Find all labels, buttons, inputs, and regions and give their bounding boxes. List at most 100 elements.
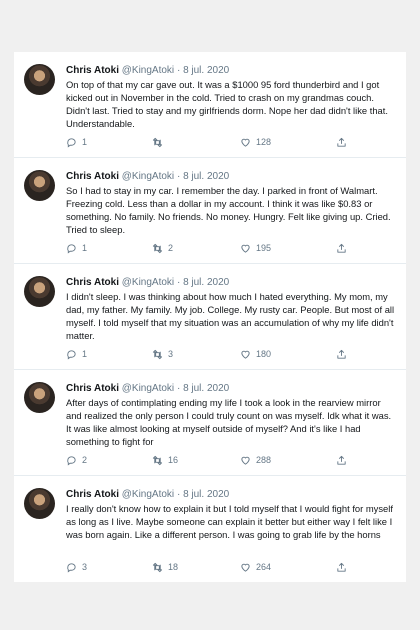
reply-count: 2 xyxy=(82,455,88,465)
like-button[interactable]: 288 xyxy=(240,453,271,467)
tweet[interactable]: Chris Atoki @KingAtoki · 8 jul. 2020 So … xyxy=(14,158,406,264)
tweet-header: Chris Atoki @KingAtoki · 8 jul. 2020 xyxy=(66,488,396,501)
tweet-actions: 3 18 264 xyxy=(66,560,366,574)
author-name[interactable]: Chris Atoki xyxy=(66,383,119,394)
retweet-count: 16 xyxy=(168,455,179,465)
tweet-date[interactable]: 8 jul. 2020 xyxy=(183,489,229,500)
tweet-text: I really don't know how to explain it bu… xyxy=(66,503,393,540)
retweet-icon xyxy=(152,137,163,147)
tweet-header: Chris Atoki @KingAtoki · 8 jul. 2020 xyxy=(66,382,396,395)
retweet-icon xyxy=(152,243,163,253)
tweet-date[interactable]: 8 jul. 2020 xyxy=(183,171,229,182)
tweet-content: Chris Atoki @KingAtoki · 8 jul. 2020 I r… xyxy=(66,488,396,541)
avatar[interactable] xyxy=(24,64,55,95)
reply-button[interactable]: 2 xyxy=(66,453,87,467)
tweet-actions: 1 3 180 xyxy=(66,347,366,361)
reply-button[interactable]: 1 xyxy=(66,241,87,255)
separator: · xyxy=(176,65,181,76)
retweet-button[interactable]: 2 xyxy=(152,241,173,255)
heart-icon xyxy=(241,563,250,572)
reply-button[interactable]: 1 xyxy=(66,135,87,149)
reply-icon xyxy=(67,562,76,573)
tweet-content: Chris Atoki @KingAtoki · 8 jul. 2020 Aft… xyxy=(66,382,396,448)
heart-icon xyxy=(241,244,250,253)
retweet-button[interactable]: 18 xyxy=(152,560,178,574)
share-icon xyxy=(337,137,346,147)
tweet-header: Chris Atoki @KingAtoki · 8 jul. 2020 xyxy=(66,170,396,183)
reply-count: 3 xyxy=(82,562,88,572)
author-name[interactable]: Chris Atoki xyxy=(66,489,119,500)
retweet-icon xyxy=(152,562,163,572)
share-button[interactable] xyxy=(336,453,347,467)
tweet-content: Chris Atoki @KingAtoki · 8 jul. 2020 So … xyxy=(66,170,396,236)
reply-icon xyxy=(67,137,76,148)
tweet-date[interactable]: 8 jul. 2020 xyxy=(183,383,229,394)
author-name[interactable]: Chris Atoki xyxy=(66,171,119,182)
tweet-text: So I had to stay in my car. I remember t… xyxy=(66,185,391,235)
like-count: 180 xyxy=(256,349,272,359)
tweet-actions: 1 2 195 xyxy=(66,241,366,255)
separator: · xyxy=(176,383,181,394)
retweet-button[interactable]: 3 xyxy=(152,347,173,361)
share-icon xyxy=(337,562,346,572)
tweet-text: After days of contimplating ending my li… xyxy=(66,397,392,447)
like-count: 288 xyxy=(256,455,272,465)
heart-icon xyxy=(241,456,250,465)
tweet-actions: 1 128 xyxy=(66,135,366,149)
avatar[interactable] xyxy=(24,488,55,519)
reply-button[interactable]: 1 xyxy=(66,347,87,361)
share-button[interactable] xyxy=(336,560,347,574)
avatar[interactable] xyxy=(24,382,55,413)
author-name[interactable]: Chris Atoki xyxy=(66,277,119,288)
author-handle[interactable]: @KingAtoki xyxy=(122,277,174,288)
tweet-content: Chris Atoki @KingAtoki · 8 jul. 2020 On … xyxy=(66,64,396,130)
like-count: 128 xyxy=(256,137,272,147)
like-button[interactable]: 264 xyxy=(240,560,271,574)
share-button[interactable] xyxy=(336,347,347,361)
share-icon xyxy=(337,243,346,253)
tweet[interactable]: Chris Atoki @KingAtoki · 8 jul. 2020 I d… xyxy=(14,264,406,370)
tweet[interactable]: Chris Atoki @KingAtoki · 8 jul. 2020 Aft… xyxy=(14,370,406,476)
tweet-header: Chris Atoki @KingAtoki · 8 jul. 2020 xyxy=(66,64,396,77)
like-count: 264 xyxy=(256,562,272,572)
author-handle[interactable]: @KingAtoki xyxy=(122,65,174,76)
tweet-text: I didn't sleep. I was thinking about how… xyxy=(66,291,395,341)
avatar[interactable] xyxy=(24,170,55,201)
share-icon xyxy=(337,455,346,465)
retweet-icon xyxy=(152,455,163,465)
retweet-button[interactable] xyxy=(152,135,168,149)
like-button[interactable]: 180 xyxy=(240,347,271,361)
share-button[interactable] xyxy=(336,241,347,255)
retweet-icon xyxy=(152,349,163,359)
heart-icon xyxy=(241,138,250,147)
retweet-button[interactable]: 16 xyxy=(152,453,178,467)
reply-count: 1 xyxy=(82,243,88,253)
share-button[interactable] xyxy=(336,135,347,149)
heart-icon xyxy=(241,350,250,359)
author-name[interactable]: Chris Atoki xyxy=(66,65,119,76)
author-handle[interactable]: @KingAtoki xyxy=(122,171,174,182)
retweet-count: 3 xyxy=(168,349,174,359)
like-count: 195 xyxy=(256,243,272,253)
reply-count: 1 xyxy=(82,137,88,147)
reply-count: 1 xyxy=(82,349,88,359)
retweet-count: 18 xyxy=(168,562,179,572)
tweet[interactable]: Chris Atoki @KingAtoki · 8 jul. 2020 On … xyxy=(14,52,406,158)
separator: · xyxy=(176,489,181,500)
tweet-content: Chris Atoki @KingAtoki · 8 jul. 2020 I d… xyxy=(66,276,396,342)
like-button[interactable]: 195 xyxy=(240,241,271,255)
tweet-thread: Chris Atoki @KingAtoki · 8 jul. 2020 On … xyxy=(14,52,406,582)
tweet-text: On top of that my car gave out. It was a… xyxy=(66,79,388,129)
like-button[interactable]: 128 xyxy=(240,135,271,149)
reply-icon xyxy=(67,349,76,360)
author-handle[interactable]: @KingAtoki xyxy=(122,489,174,500)
author-handle[interactable]: @KingAtoki xyxy=(122,383,174,394)
tweet-actions: 2 16 288 xyxy=(66,453,366,467)
tweet[interactable]: Chris Atoki @KingAtoki · 8 jul. 2020 I r… xyxy=(14,476,406,582)
tweet-date[interactable]: 8 jul. 2020 xyxy=(183,65,229,76)
tweet-date[interactable]: 8 jul. 2020 xyxy=(183,277,229,288)
tweet-header: Chris Atoki @KingAtoki · 8 jul. 2020 xyxy=(66,276,396,289)
avatar[interactable] xyxy=(24,276,55,307)
reply-icon xyxy=(67,243,76,254)
reply-button[interactable]: 3 xyxy=(66,560,87,574)
